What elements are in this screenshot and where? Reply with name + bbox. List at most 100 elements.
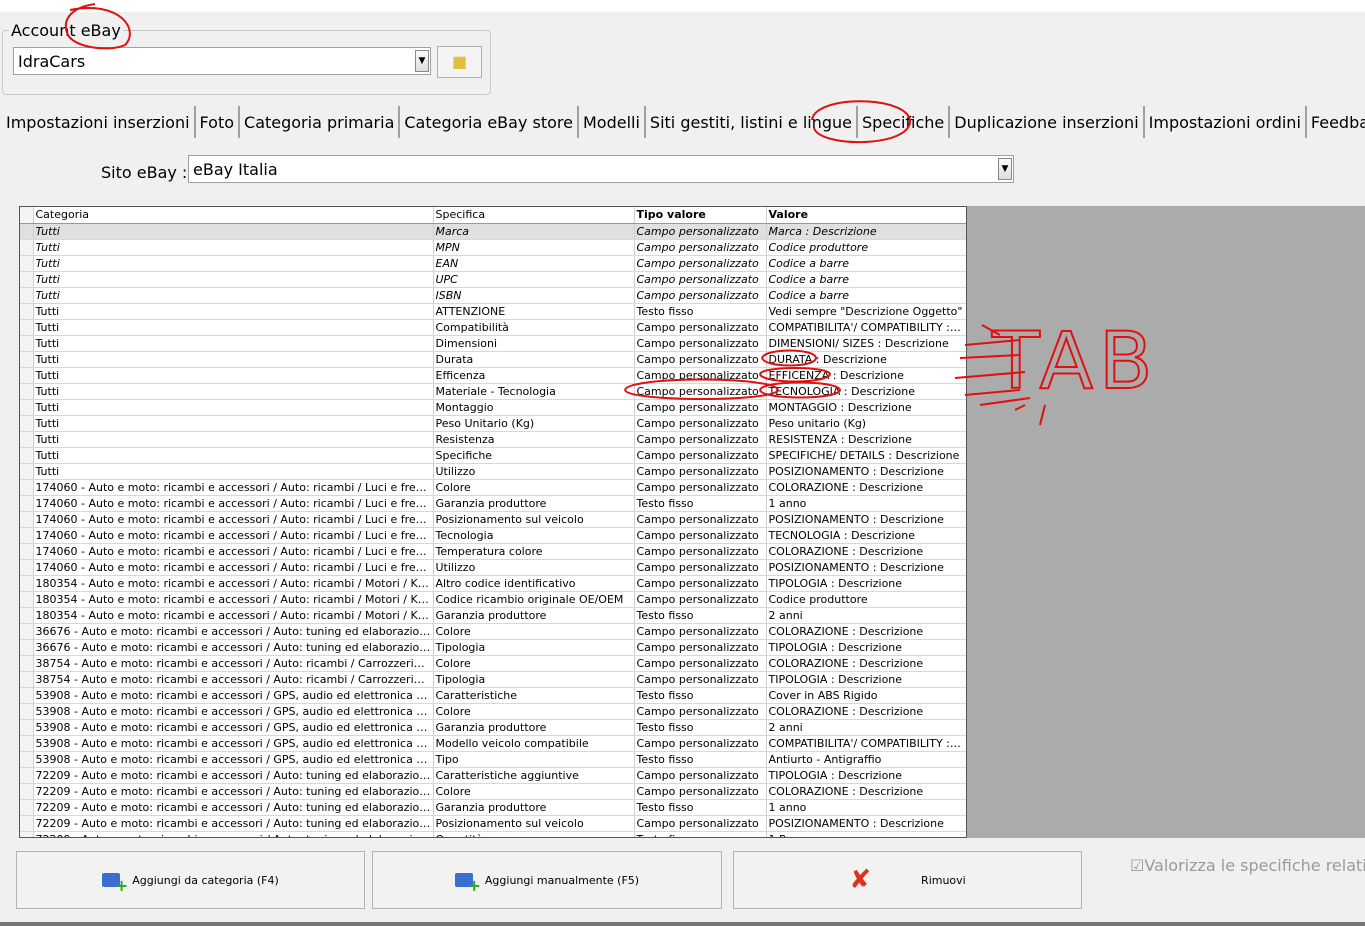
row-indicator[interactable] [20, 799, 34, 816]
tab-impostazioni-ordini[interactable]: Impostazioni ordini [1145, 106, 1307, 138]
column-header-valore[interactable]: Valore [766, 207, 966, 224]
table-row[interactable]: Tutti Montaggio Campo personalizzato MONTAG… [20, 399, 966, 416]
row-indicator[interactable] [20, 399, 34, 416]
row-indicator[interactable] [20, 223, 34, 240]
site-ebay-select[interactable]: eBay Italia ▼ [188, 155, 1014, 183]
table-row[interactable]: 38754 - Auto e moto: ricambi e accessori… [20, 655, 966, 672]
column-header-tipo-valore[interactable]: Tipo valore [634, 207, 767, 224]
table-row[interactable]: 174060 - Auto e moto: ricambi e accessor… [20, 543, 966, 560]
row-indicator[interactable] [20, 527, 34, 544]
chevron-down-icon[interactable]: ▼ [415, 50, 429, 72]
tab-impostazioni-inserzioni[interactable]: Impostazioni inserzioni [2, 106, 196, 138]
table-row[interactable]: 72209 - Auto e moto: ricambi e accessori… [20, 767, 966, 784]
open-folder-button[interactable]: ■ [437, 46, 482, 78]
row-indicator[interactable] [20, 255, 34, 272]
table-row[interactable]: 53908 - Auto e moto: ricambi e accessori… [20, 719, 966, 736]
table-row[interactable]: Tutti Compatibilità Campo personalizzato CO… [20, 319, 966, 336]
row-indicator[interactable] [20, 575, 34, 592]
tab-categoria-primaria[interactable]: Categoria primaria [240, 106, 401, 138]
remove-button[interactable]: ✘ Rimuovi [733, 851, 1082, 909]
table-row[interactable]: 38754 - Auto e moto: ricambi e accessori… [20, 671, 966, 688]
row-indicator[interactable] [20, 511, 34, 528]
column-header-categoria[interactable]: Categoria [33, 207, 434, 224]
tab-foto[interactable]: Foto [196, 106, 241, 138]
table-row[interactable]: Tutti ISBN Campo personalizzato Codice a ba… [20, 287, 966, 304]
table-row[interactable]: Tutti Dimensioni Campo personalizzato DIMEN… [20, 335, 966, 352]
row-indicator[interactable] [20, 415, 34, 432]
row-indicator[interactable] [20, 479, 34, 496]
row-indicator[interactable] [20, 735, 34, 752]
row-indicator[interactable] [20, 431, 34, 448]
row-indicator[interactable] [20, 751, 34, 768]
table-row[interactable]: Tutti Peso Unitario (Kg) Campo personalizz… [20, 415, 966, 432]
row-indicator[interactable] [20, 543, 34, 560]
table-row[interactable]: 174060 - Auto e moto: ricambi e accessor… [20, 559, 966, 576]
table-row[interactable]: Tutti UPC Campo personalizzato Codice a bar… [20, 271, 966, 288]
tab-specifiche[interactable]: Specifiche [858, 106, 951, 138]
table-row[interactable]: 36676 - Auto e moto: ricambi e accessori… [20, 623, 966, 640]
table-row[interactable]: 53908 - Auto e moto: ricambi e accessori… [20, 735, 966, 752]
table-row[interactable]: 174060 - Auto e moto: ricambi e accessor… [20, 495, 966, 512]
table-row[interactable]: 72209 - Auto e moto: ricambi e accessori… [20, 783, 966, 800]
row-indicator[interactable] [20, 815, 34, 832]
table-row[interactable]: 53908 - Auto e moto: ricambi e accessori… [20, 687, 966, 704]
table-row[interactable]: Tutti EAN Campo personalizzato Codice a bar… [20, 255, 966, 272]
row-indicator[interactable] [20, 367, 34, 384]
table-row[interactable]: 174060 - Auto e moto: ricambi e accessor… [20, 511, 966, 528]
row-indicator[interactable] [20, 287, 34, 304]
row-indicator[interactable] [20, 719, 34, 736]
row-indicator[interactable] [20, 351, 34, 368]
tab-categoria-ebay-store[interactable]: Categoria eBay store [400, 106, 579, 138]
tab-feedback[interactable]: Feedback [1307, 106, 1365, 138]
table-row[interactable]: Tutti Utilizzo Campo personalizzato POSIZIO… [20, 463, 966, 480]
row-indicator[interactable] [20, 447, 34, 464]
row-indicator[interactable] [20, 831, 34, 837]
valorizza-checkbox[interactable]: ☑Valorizza le specifiche relative [1130, 856, 1365, 875]
table-row[interactable]: Tutti Materiale - Tecnologia Campo persona… [20, 383, 966, 400]
table-row[interactable]: Tutti ATTENZIONE Testo fisso Vedi sempre "D… [20, 303, 966, 320]
table-row[interactable]: 174060 - Auto e moto: ricambi e accessor… [20, 527, 966, 544]
table-row[interactable]: Tutti Marca Campo personalizzato Marca : De… [20, 223, 966, 240]
table-row[interactable]: Tutti Resistenza Campo personalizzato RESIS… [20, 431, 966, 448]
table-row[interactable]: 36676 - Auto e moto: ricambi e accessori… [20, 639, 966, 656]
table-row[interactable]: Tutti Specifiche Campo personalizzato SPECI… [20, 447, 966, 464]
tab-siti-gestiti-listini-e-lingue[interactable]: Siti gestiti, listini e lingue [646, 106, 858, 138]
table-row[interactable]: 53908 - Auto e moto: ricambi e accessori… [20, 751, 966, 768]
table-row[interactable]: 180354 - Auto e moto: ricambi e accessor… [20, 591, 966, 608]
row-indicator[interactable] [20, 687, 34, 704]
tab-duplicazione-inserzioni[interactable]: Duplicazione inserzioni [950, 106, 1145, 138]
row-indicator[interactable] [20, 703, 34, 720]
chevron-down-icon[interactable]: ▼ [998, 158, 1012, 180]
table-row[interactable]: 72209 - Auto e moto: ricambi e accessori… [20, 831, 966, 837]
row-indicator[interactable] [20, 783, 34, 800]
row-indicator[interactable] [20, 383, 34, 400]
table-row[interactable]: Tutti Efficenza Campo personalizzato EFFICE… [20, 367, 966, 384]
account-select[interactable]: IdraCars ▼ [13, 47, 431, 75]
table-row[interactable]: 72209 - Auto e moto: ricambi e accessori… [20, 815, 966, 832]
tab-modelli[interactable]: Modelli [579, 106, 646, 138]
row-indicator[interactable] [20, 335, 34, 352]
row-indicator[interactable] [20, 271, 34, 288]
table-row[interactable]: 72209 - Auto e moto: ricambi e accessori… [20, 799, 966, 816]
row-indicator[interactable] [20, 607, 34, 624]
table-row[interactable]: 174060 - Auto e moto: ricambi e accessor… [20, 479, 966, 496]
row-indicator[interactable] [20, 639, 34, 656]
row-indicator[interactable] [20, 239, 34, 256]
add-from-category-button[interactable]: Aggiungi da categoria (F4) [16, 851, 365, 909]
specifics-grid[interactable]: Categoria Specifica Tipo valore Valore T… [19, 206, 967, 838]
table-row[interactable]: Tutti MPN Campo personalizzato Codice produ… [20, 239, 966, 256]
row-indicator[interactable] [20, 319, 34, 336]
table-row[interactable]: 180354 - Auto e moto: ricambi e accessor… [20, 607, 966, 624]
row-indicator[interactable] [20, 767, 34, 784]
column-header-specifica[interactable]: Specifica [433, 207, 635, 224]
row-indicator[interactable] [20, 303, 34, 320]
row-indicator[interactable] [20, 591, 34, 608]
table-row[interactable]: 53908 - Auto e moto: ricambi e accessori… [20, 703, 966, 720]
add-manually-button[interactable]: Aggiungi manualmente (F5) [372, 851, 722, 909]
row-indicator[interactable] [20, 623, 34, 640]
row-indicator[interactable] [20, 559, 34, 576]
table-row[interactable]: Tutti Durata Campo personalizzato DURATA : … [20, 351, 966, 368]
row-indicator[interactable] [20, 495, 34, 512]
row-indicator[interactable] [20, 655, 34, 672]
table-row[interactable]: 180354 - Auto e moto: ricambi e accessor… [20, 575, 966, 592]
